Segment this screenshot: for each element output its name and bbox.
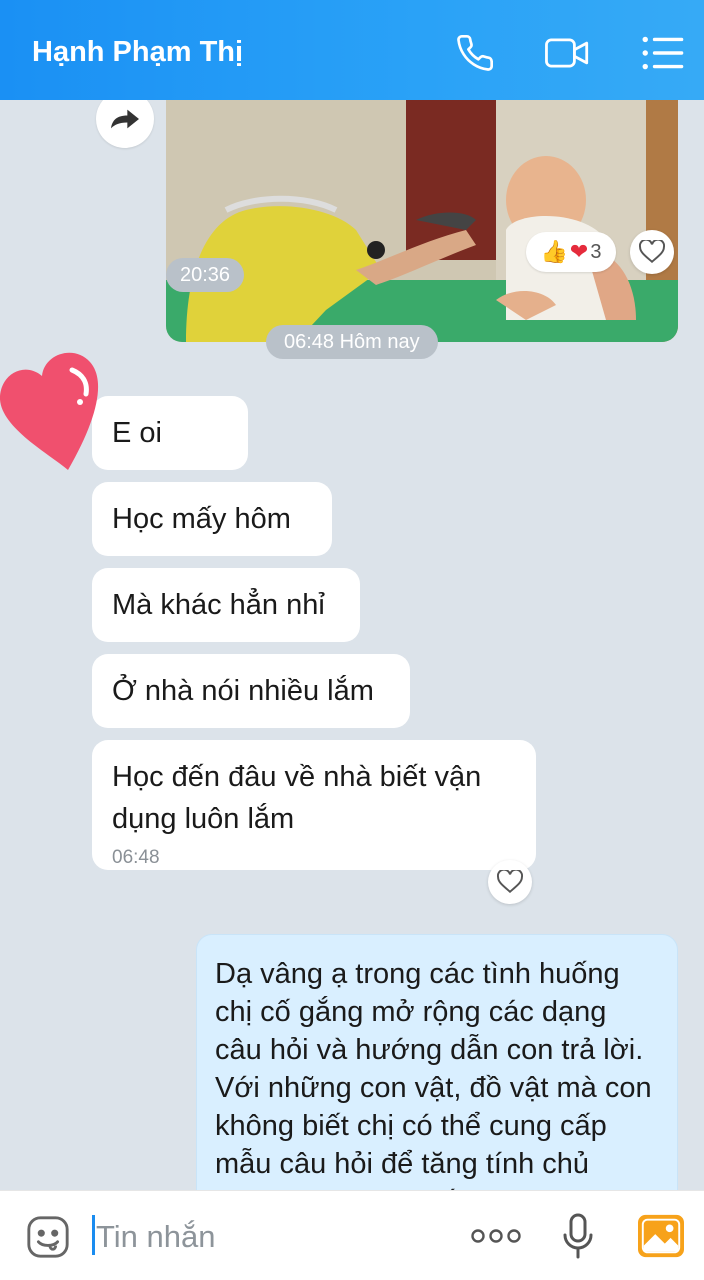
chat-header: Hạnh Phạm Thị: [0, 0, 704, 100]
reaction-summary[interactable]: 👍 ❤ 3: [526, 232, 616, 272]
incoming-message[interactable]: E oi: [92, 396, 248, 470]
message-input[interactable]: Tin nhắn: [96, 1219, 216, 1255]
image-icon[interactable]: [636, 1213, 686, 1259]
heart-icon: ❤: [569, 239, 589, 264]
reaction-count: 3: [590, 240, 602, 263]
react-heart-button[interactable]: [630, 230, 674, 274]
heart-outline-icon: [497, 870, 523, 894]
message-text: Ở nhà nói nhiều lắm: [112, 675, 374, 707]
menu-list-icon[interactable]: [640, 30, 686, 76]
contact-name[interactable]: Hạnh Phạm Thị: [32, 36, 243, 69]
message-input-bar: Tin nhắn: [0, 1190, 704, 1280]
message-text: Học mấy hôm: [112, 503, 291, 535]
phone-icon[interactable]: [452, 30, 498, 76]
more-icon[interactable]: [468, 1221, 524, 1251]
heart-sticker-icon: [0, 352, 99, 470]
incoming-message[interactable]: Mà khác hẳn nhỉ: [92, 568, 360, 642]
incoming-message[interactable]: Ở nhà nói nhiều lắm: [92, 654, 410, 728]
date-divider: 06:48 Hôm nay: [266, 325, 438, 359]
chat-messages-area[interactable]: 👍 ❤ 3 20:36 06:48 Hôm nay E oi Học mấy h…: [0, 100, 704, 1190]
message-time: 06:48: [112, 847, 160, 868]
video-message-thumbnail[interactable]: [166, 100, 678, 342]
heart-outline-icon: [639, 240, 665, 264]
incoming-message[interactable]: Học mấy hôm: [92, 482, 332, 556]
share-forward-button[interactable]: [96, 100, 154, 148]
message-text: Học đến đâu về nhà biết vận dụng luôn lắ…: [112, 761, 482, 835]
sticker-icon[interactable]: [24, 1213, 72, 1261]
incoming-message[interactable]: Học đến đâu về nhà biết vận dụng luôn lắ…: [92, 740, 536, 870]
message-text: E oi: [112, 417, 162, 449]
outgoing-message[interactable]: Dạ vâng ạ trong các tình huống chị cố gắ…: [196, 934, 678, 1190]
text-caret: [92, 1215, 95, 1255]
message-text: Dạ vâng ạ trong các tình huống chị cố gắ…: [215, 958, 652, 1190]
microphone-icon[interactable]: [558, 1211, 598, 1263]
react-heart-button[interactable]: [488, 860, 532, 904]
video-call-icon[interactable]: [544, 30, 590, 76]
video-frame-image: [166, 100, 678, 342]
message-time: 20:36: [166, 258, 245, 292]
forward-icon: [111, 109, 139, 129]
message-text: Mà khác hẳn nhỉ: [112, 589, 325, 621]
thumbs-up-icon: 👍: [540, 239, 568, 264]
